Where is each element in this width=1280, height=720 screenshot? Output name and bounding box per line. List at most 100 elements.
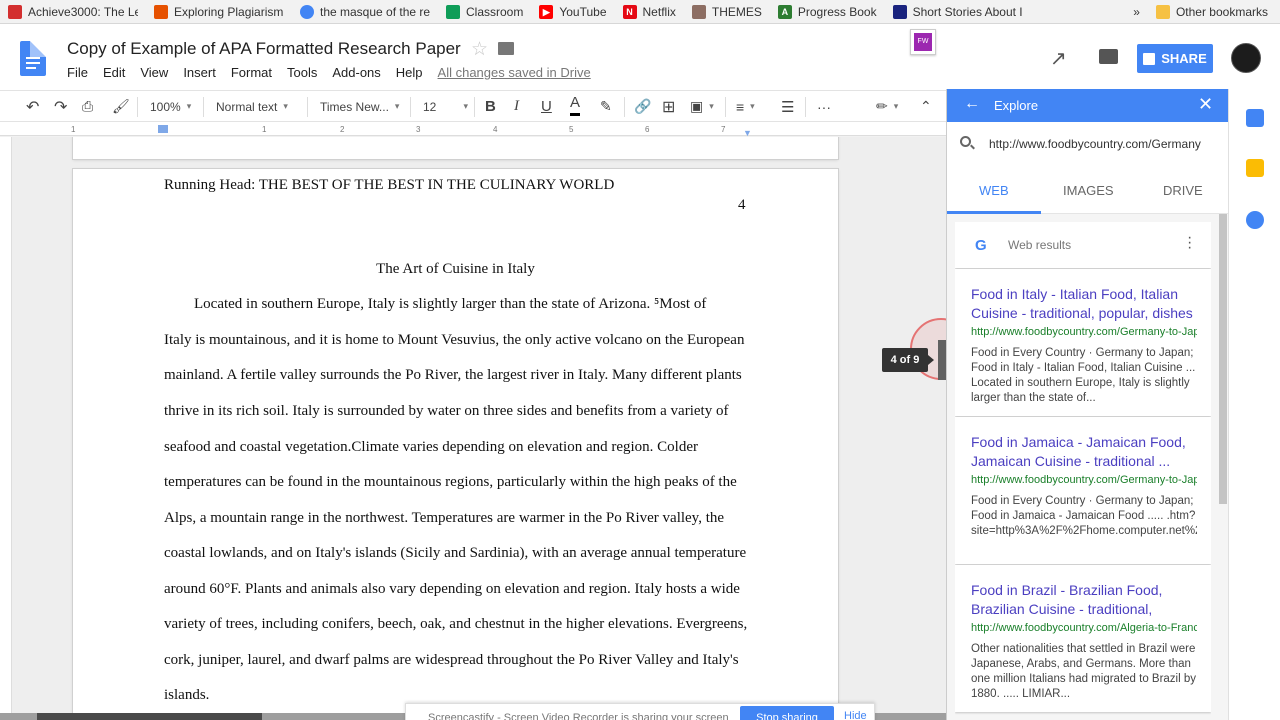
explore-tabs: WEB IMAGES DRIVE [947,166,1229,214]
text-color-button[interactable]: A [570,91,581,116]
save-status[interactable]: All changes saved in Drive [438,65,591,80]
menu-insert[interactable]: Insert [183,65,216,80]
stop-sharing-button[interactable]: Stop sharing [740,706,834,720]
search-input[interactable]: http://www.foodbycountry.com/Germany [989,137,1201,151]
body-line[interactable]: islands. [164,687,209,704]
bookmark-item[interactable]: Exploring Plagiarism, [146,0,292,24]
docs-logo-icon[interactable] [20,41,46,76]
undo-icon[interactable]: ↶ [26,91,39,122]
result-title[interactable]: Food in Jamaica - Jamaican Food, Jamaica… [971,433,1197,471]
body-line[interactable]: cork, juniper, laurel, and dwarf palms a… [164,652,739,669]
previous-page[interactable] [73,137,838,159]
more-vert-icon[interactable]: · · · [1187,230,1192,256]
tab-web[interactable]: WEB [979,183,1009,198]
document-page[interactable]: Running Head: THE BEST OF THE BEST IN TH… [73,169,838,720]
font-size-select[interactable]: 12 [423,91,468,122]
section-heading[interactable]: The Art of Cuisine in Italy [73,261,838,278]
indent-marker[interactable] [158,125,168,133]
bookmark-item[interactable]: Achieve3000: The Lea [0,0,146,24]
comments-icon[interactable] [1099,49,1118,64]
rwt-icon [154,4,168,19]
youtube-icon: ▶ [539,4,554,19]
tab-drive[interactable]: DRIVE [1163,183,1203,198]
menu-edit[interactable]: Edit [103,65,125,80]
bookmark-item[interactable]: the masque of the re [292,0,438,24]
bookmark-item[interactable]: THEMES [684,0,770,24]
menu-addons[interactable]: Add-ons [332,65,380,80]
other-bookmarks[interactable]: Other bookmarks [1148,0,1276,24]
menu-format[interactable]: Format [231,65,272,80]
horizontal-scrollbar-thumb[interactable] [37,713,262,720]
print-icon[interactable]: ⎙ [82,91,93,122]
doc-title[interactable]: Copy of Example of APA Formatted Researc… [67,39,461,59]
result-card[interactable]: Food in Brazil - Brazilian Food, Brazili… [955,565,1211,712]
menu-file[interactable]: File [67,65,88,80]
bookmark-item[interactable]: Short Stories About I [885,0,1031,24]
font-select[interactable]: Times New... [320,91,399,122]
activity-trend-icon[interactable]: ↗ [1050,46,1067,71]
horizontal-ruler: 1 1 2 3 4 5 6 7 ▼ [0,122,946,138]
close-icon[interactable]: ✕ [1198,94,1213,115]
menu-help[interactable]: Help [396,65,423,80]
italic-button[interactable]: I [514,91,519,122]
menu-tools[interactable]: Tools [287,65,317,80]
document-scrollbar-thumb[interactable] [938,340,946,380]
result-card[interactable]: Food in Jamaica - Jamaican Food, Jamaica… [955,417,1211,564]
bookmark-item[interactable]: N Netflix [615,0,684,24]
body-line[interactable]: coastal lowlands, and on Italy's islands… [164,545,746,562]
folder-icon[interactable] [498,42,514,55]
bookmarks-overflow-button[interactable]: » [1125,0,1148,24]
bookmark-item[interactable]: A Progress Book [770,0,885,24]
line-spacing-icon[interactable]: ☰ [781,91,794,122]
bookmark-item[interactable]: ▶ YouTube [531,0,614,24]
google-g-icon: G [975,237,987,254]
body-line[interactable]: Italy is mountainous, and it is home to … [164,332,744,349]
body-line[interactable]: seafood and coastal vegetation.Climate v… [164,439,698,456]
collapse-icon[interactable]: ⌃ [920,91,932,122]
underline-button[interactable]: U [541,91,552,122]
panel-scrollbar[interactable] [1219,214,1227,504]
side-panel-rail [1228,89,1280,720]
align-icon[interactable]: ≡ [736,91,755,122]
bookmarks-bar: Achieve3000: The Lea Exploring Plagiaris… [0,0,1280,24]
body-line[interactable]: mainland. A fertile valley surrounds the… [164,367,742,384]
bold-button[interactable]: B [485,91,496,122]
paint-format-icon[interactable]: 🖌 [112,91,130,122]
keep-icon[interactable] [1246,159,1264,177]
redo-icon[interactable]: ↷ [54,91,67,122]
body-line[interactable]: thrive in its rich soil. Italy is surrou… [164,403,728,420]
body-line[interactable]: around 60°F. Plants and animals also var… [164,581,740,598]
zoom-select[interactable]: 100% [150,91,191,122]
editing-mode-icon[interactable]: ✏ [876,91,898,122]
result-url: http://www.foodbycountry.com/Germany-to-… [971,326,1197,338]
result-title[interactable]: Food in Italy - Italian Food, Italian Cu… [971,285,1197,323]
bookmark-item[interactable]: Classroom [438,0,531,24]
star-icon[interactable]: ☆ [471,38,488,61]
body-line[interactable]: Alps, a mountain range in the northwest.… [164,510,724,527]
link-icon[interactable]: 🔗 [634,91,651,122]
hide-button[interactable]: Hide [844,710,867,720]
tab-images[interactable]: IMAGES [1063,183,1114,198]
add-comment-icon[interactable]: ⊞ [662,91,675,122]
tasks-icon[interactable] [1246,211,1264,229]
body-line[interactable]: temperatures can be found in the mountai… [164,474,737,491]
style-select[interactable]: Normal text [216,91,288,122]
result-url: http://www.foodbycountry.com/Germany-to-… [971,474,1197,486]
result-card[interactable]: Food in Italy - Italian Food, Italian Cu… [955,269,1211,416]
calendar-icon[interactable] [1246,109,1264,127]
highlight-icon[interactable]: ✎ [600,91,612,122]
result-title[interactable]: Food in Brazil - Brazilian Food, Brazili… [971,581,1197,619]
share-button[interactable]: SHARE [1137,44,1213,73]
more-options-button[interactable]: ··· [817,91,831,122]
page-number[interactable]: 4 [738,197,746,214]
body-line[interactable]: Located in southern Europe, Italy is sli… [164,296,706,313]
avatar[interactable] [1231,43,1261,73]
body-line[interactable]: variety of trees, including conifers, be… [164,616,747,633]
insert-image-icon[interactable]: ▣ [690,91,714,122]
menu-view[interactable]: View [140,65,168,80]
addon-icon[interactable]: FW [910,29,936,55]
explore-search[interactable]: http://www.foodbycountry.com/Germany [947,122,1229,166]
back-arrow-icon[interactable]: ← [964,95,980,113]
running-head[interactable]: Running Head: THE BEST OF THE BEST IN TH… [164,177,614,194]
web-results-header: G Web results · · · [955,222,1211,268]
